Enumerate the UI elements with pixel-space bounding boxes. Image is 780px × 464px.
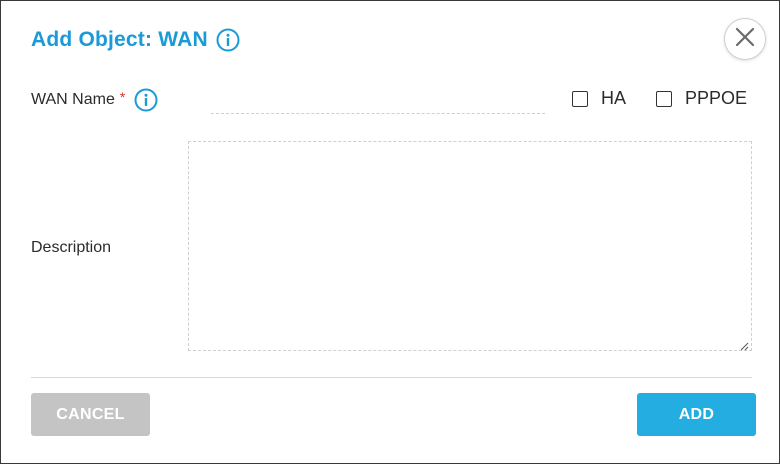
ha-checkbox-label: HA bbox=[601, 88, 627, 108]
pppoe-checkbox[interactable] bbox=[656, 90, 672, 107]
pppoe-checkbox-label: PPPOE bbox=[685, 88, 748, 108]
ha-checkbox[interactable] bbox=[572, 90, 588, 107]
add-button[interactable]: ADD bbox=[637, 393, 756, 436]
pppoe-checkbox-group[interactable]: PPPOE bbox=[656, 88, 747, 109]
info-icon[interactable] bbox=[134, 88, 158, 112]
wan-name-input[interactable] bbox=[211, 85, 545, 114]
dialog-title-text: Add Object: WAN bbox=[31, 28, 208, 51]
ha-checkbox-group[interactable]: HA bbox=[572, 88, 626, 109]
resize-handle-icon[interactable] bbox=[739, 338, 749, 351]
cancel-button[interactable]: CANCEL bbox=[31, 393, 150, 436]
close-button[interactable] bbox=[724, 18, 766, 60]
footer-divider bbox=[31, 377, 752, 378]
description-label: Description bbox=[31, 239, 112, 256]
dialog-title: Add Object: WAN bbox=[31, 28, 240, 52]
description-textarea[interactable] bbox=[188, 141, 752, 351]
wan-name-label: WAN Name * bbox=[31, 88, 158, 112]
add-object-dialog: Add Object: WAN WAN Name * HA PPPOE Desc… bbox=[0, 0, 780, 464]
info-icon[interactable] bbox=[216, 28, 240, 52]
wan-name-label-text: WAN Name bbox=[31, 91, 115, 108]
required-marker: * bbox=[119, 89, 126, 105]
close-icon bbox=[734, 26, 756, 53]
